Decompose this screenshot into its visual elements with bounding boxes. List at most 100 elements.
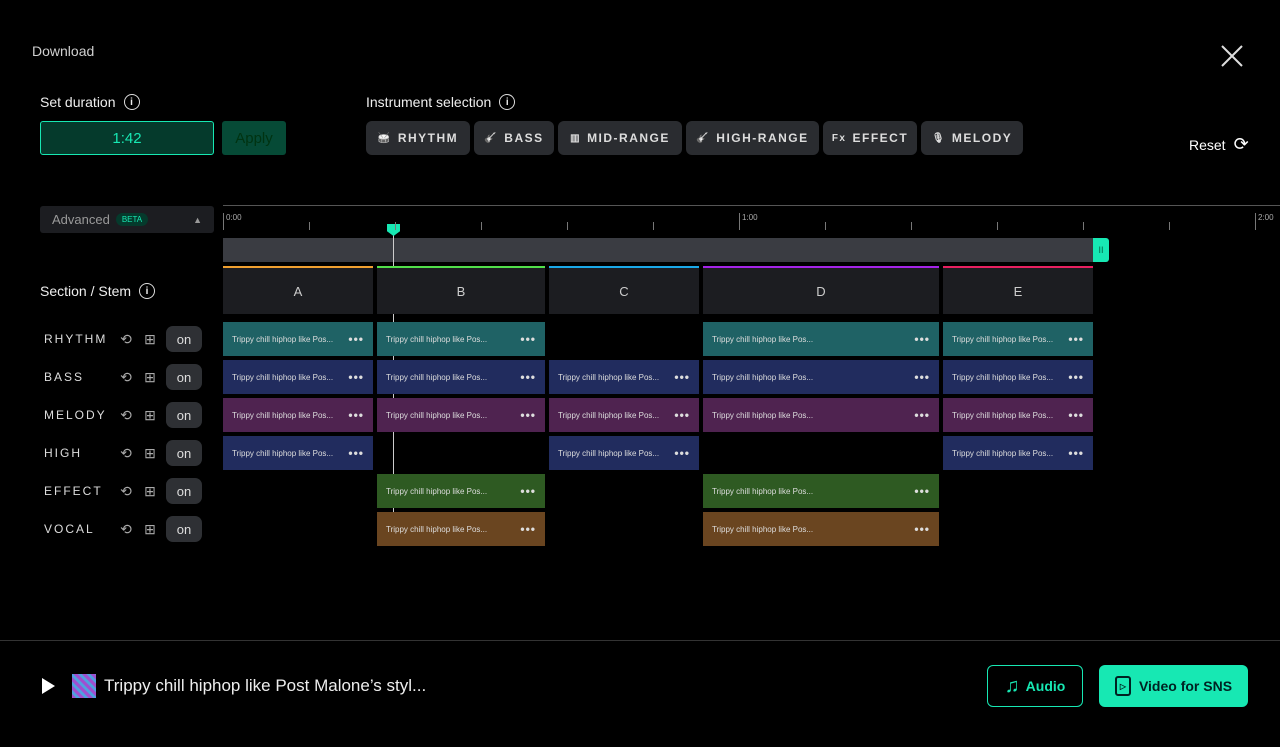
clip[interactable]: Trippy chill hiphop like Pos... ••• — [549, 398, 699, 432]
more-options-icon[interactable]: ••• — [520, 408, 536, 422]
add-clip-icon[interactable]: ⊞ — [142, 330, 160, 348]
more-options-icon[interactable]: ••• — [520, 522, 536, 536]
add-clip-icon[interactable]: ⊞ — [142, 520, 160, 538]
clip[interactable]: Trippy chill hiphop like Pos... ••• — [703, 474, 939, 508]
stem-name: BASS — [44, 370, 85, 384]
stem-row-bass: BASS ⟲ ⊞ on — [44, 364, 202, 390]
add-clip-icon[interactable]: ⊞ — [142, 368, 160, 386]
drum-icon: 🥁 — [377, 132, 392, 144]
instrument-effect[interactable]: Fx EFFECT — [823, 121, 917, 155]
section-b[interactable]: B — [377, 266, 545, 314]
add-clip-icon[interactable]: ⊞ — [142, 406, 160, 424]
audio-download-button[interactable]: ♫ Audio — [987, 665, 1083, 707]
footer-divider — [0, 640, 1280, 641]
instrument-high-range[interactable]: 🎸 HIGH-RANGE — [686, 121, 819, 155]
more-options-icon[interactable]: ••• — [914, 522, 930, 536]
clip[interactable]: Trippy chill hiphop like Pos... ••• — [377, 322, 545, 356]
duration-bar[interactable] — [223, 238, 1093, 262]
stem-toggle[interactable]: on — [166, 364, 202, 390]
more-options-icon[interactable]: ••• — [1068, 332, 1084, 346]
regenerate-icon[interactable]: ⟲ — [118, 368, 136, 386]
more-options-icon[interactable]: ••• — [348, 332, 364, 346]
more-options-icon[interactable]: ••• — [914, 332, 930, 346]
info-icon[interactable]: i — [139, 283, 156, 299]
stem-name: HIGH — [44, 446, 82, 460]
dialog-title: Download — [32, 43, 95, 59]
set-duration-label: Set duration i — [40, 94, 140, 110]
stem-toggle[interactable]: on — [166, 402, 202, 428]
clip[interactable]: Trippy chill hiphop like Pos... ••• — [703, 322, 939, 356]
stem-toggle[interactable]: on — [166, 478, 202, 504]
clip-title: Trippy chill hiphop like Pos... — [232, 410, 334, 420]
section-c[interactable]: C — [549, 266, 699, 314]
regenerate-icon[interactable]: ⟲ — [118, 520, 136, 538]
stem-toggle[interactable]: on — [166, 326, 202, 352]
clip-title: Trippy chill hiphop like Pos... — [232, 448, 334, 458]
instrument-melody[interactable]: 🎙 MELODY — [921, 121, 1023, 155]
reset-button[interactable]: Reset ⟳ — [1189, 134, 1249, 155]
more-options-icon[interactable]: ••• — [348, 408, 364, 422]
clip[interactable]: Trippy chill hiphop like Pos... ••• — [943, 398, 1093, 432]
clip[interactable]: Trippy chill hiphop like Pos... ••• — [377, 474, 545, 508]
more-options-icon[interactable]: ••• — [1068, 446, 1084, 460]
clip[interactable]: Trippy chill hiphop like Pos... ••• — [703, 512, 939, 546]
clip[interactable]: Trippy chill hiphop like Pos... ••• — [223, 436, 373, 470]
stem-toggle[interactable]: on — [166, 440, 202, 466]
info-icon[interactable]: i — [499, 94, 516, 110]
more-options-icon[interactable]: ••• — [348, 446, 364, 460]
section-stem-label: Section / Stem i — [40, 283, 156, 299]
clip[interactable]: Trippy chill hiphop like Pos... ••• — [943, 436, 1093, 470]
instrument-mid-range[interactable]: ▥ MID-RANGE — [558, 121, 682, 155]
clip[interactable]: Trippy chill hiphop like Pos... ••• — [549, 436, 699, 470]
video-sns-button[interactable]: ▷ Video for SNS — [1099, 665, 1248, 707]
info-icon[interactable]: i — [123, 94, 140, 110]
more-options-icon[interactable]: ••• — [520, 332, 536, 346]
more-options-icon[interactable]: ••• — [674, 370, 690, 384]
instrument-rhythm[interactable]: 🥁 RHYTHM — [366, 121, 470, 155]
clip[interactable]: Trippy chill hiphop like Pos... ••• — [549, 360, 699, 394]
clip[interactable]: Trippy chill hiphop like Pos... ••• — [223, 398, 373, 432]
add-clip-icon[interactable]: ⊞ — [142, 482, 160, 500]
more-options-icon[interactable]: ••• — [520, 370, 536, 384]
clip[interactable]: Trippy chill hiphop like Pos... ••• — [377, 398, 545, 432]
clip-title: Trippy chill hiphop like Pos... — [386, 372, 488, 382]
more-options-icon[interactable]: ••• — [1068, 408, 1084, 422]
more-options-icon[interactable]: ••• — [914, 370, 930, 384]
clip[interactable]: Trippy chill hiphop like Pos... ••• — [223, 322, 373, 356]
clip[interactable]: Trippy chill hiphop like Pos... ••• — [703, 360, 939, 394]
section-e[interactable]: E — [943, 266, 1093, 314]
regenerate-icon[interactable]: ⟲ — [118, 406, 136, 424]
playhead-handle[interactable] — [387, 224, 400, 236]
advanced-toggle[interactable]: Advanced BETA ▲ — [40, 206, 214, 233]
clip[interactable]: Trippy chill hiphop like Pos... ••• — [377, 512, 545, 546]
regenerate-icon[interactable]: ⟲ — [118, 482, 136, 500]
time-tick — [395, 222, 396, 230]
clip[interactable]: Trippy chill hiphop like Pos... ••• — [943, 322, 1093, 356]
clip[interactable]: Trippy chill hiphop like Pos... ••• — [703, 398, 939, 432]
duration-handle[interactable]: II — [1093, 238, 1109, 262]
stem-toggle[interactable]: on — [166, 516, 202, 542]
instrument-bass[interactable]: 🎸 BASS — [474, 121, 554, 155]
apply-button[interactable]: Apply — [222, 121, 286, 155]
more-options-icon[interactable]: ••• — [674, 408, 690, 422]
play-icon[interactable] — [42, 678, 55, 694]
stem-name: MELODY — [44, 408, 107, 422]
more-options-icon[interactable]: ••• — [1068, 370, 1084, 384]
clip[interactable]: Trippy chill hiphop like Pos... ••• — [377, 360, 545, 394]
time-tick — [911, 222, 912, 230]
regenerate-icon[interactable]: ⟲ — [118, 330, 136, 348]
close-icon[interactable] — [1220, 44, 1244, 68]
duration-input[interactable]: 1:42 — [40, 121, 214, 155]
section-d[interactable]: D — [703, 266, 939, 314]
section-a[interactable]: A — [223, 266, 373, 314]
clip[interactable]: Trippy chill hiphop like Pos... ••• — [943, 360, 1093, 394]
more-options-icon[interactable]: ••• — [914, 408, 930, 422]
more-options-icon[interactable]: ••• — [674, 446, 690, 460]
more-options-icon[interactable]: ••• — [348, 370, 364, 384]
regenerate-icon[interactable]: ⟲ — [118, 444, 136, 462]
more-options-icon[interactable]: ••• — [520, 484, 536, 498]
more-options-icon[interactable]: ••• — [914, 484, 930, 498]
clip[interactable]: Trippy chill hiphop like Pos... ••• — [223, 360, 373, 394]
song-thumbnail — [72, 674, 96, 698]
add-clip-icon[interactable]: ⊞ — [142, 444, 160, 462]
